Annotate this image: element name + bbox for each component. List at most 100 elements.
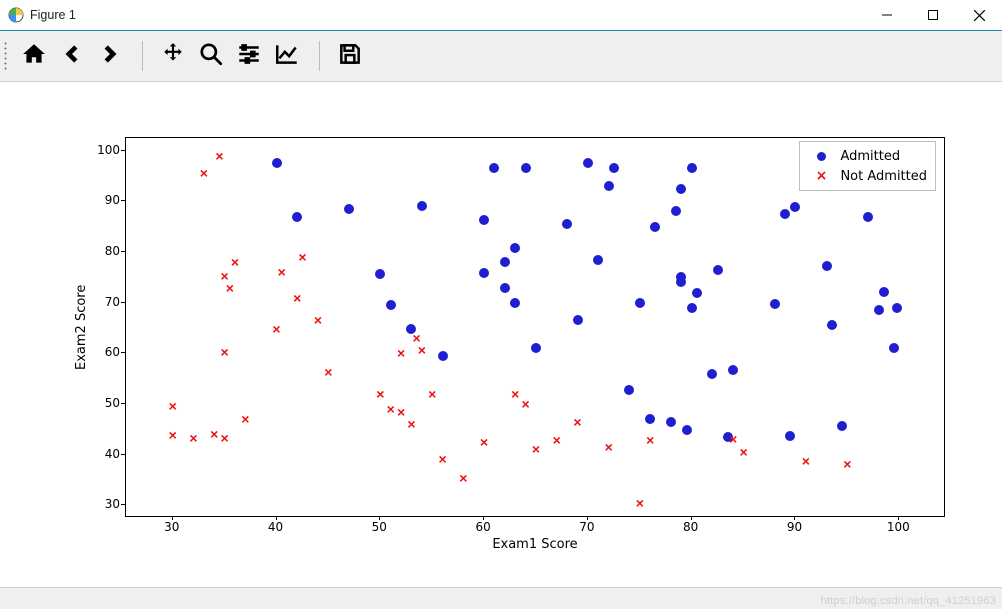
point-not-admitted <box>374 388 386 400</box>
point-admitted <box>889 343 899 353</box>
point-not-admitted <box>520 398 532 410</box>
point-admitted <box>666 417 676 427</box>
point-admitted <box>707 369 717 379</box>
forward-button[interactable] <box>92 38 128 74</box>
x-tick-label: 60 <box>475 520 490 534</box>
point-not-admitted <box>224 282 236 294</box>
point-not-admitted <box>198 167 210 179</box>
zoom-button[interactable] <box>193 38 229 74</box>
legend-marker-cross: × <box>808 168 834 184</box>
point-admitted <box>785 431 795 441</box>
point-admitted <box>479 268 489 278</box>
save-icon <box>337 41 363 72</box>
point-not-admitted <box>644 434 656 446</box>
close-button[interactable] <box>956 0 1002 30</box>
point-not-admitted <box>416 344 428 356</box>
point-admitted <box>521 163 531 173</box>
point-not-admitted <box>296 251 308 263</box>
point-admitted <box>682 425 692 435</box>
point-admitted <box>500 283 510 293</box>
toolbar-separator <box>319 41 320 71</box>
figure-canvas[interactable]: 3040506070809010030405060708090100 Exam1… <box>0 82 1002 587</box>
point-admitted <box>728 365 738 375</box>
y-tick-label: 80 <box>90 244 120 258</box>
point-admitted <box>500 257 510 267</box>
point-not-admitted <box>167 429 179 441</box>
back-button[interactable] <box>54 38 90 74</box>
point-admitted <box>676 277 686 287</box>
point-not-admitted <box>603 441 615 453</box>
pan-icon <box>160 41 186 72</box>
point-admitted <box>837 421 847 431</box>
maximize-button[interactable] <box>910 0 956 30</box>
window-title: Figure 1 <box>30 8 76 22</box>
scatter-axes <box>125 137 945 517</box>
point-admitted <box>713 265 723 275</box>
point-not-admitted <box>530 443 542 455</box>
home-button[interactable] <box>16 38 52 74</box>
window-titlebar: Figure 1 <box>0 0 1002 31</box>
x-tick-label: 50 <box>372 520 387 534</box>
point-admitted <box>386 300 396 310</box>
forward-icon <box>97 41 123 72</box>
toolbar-separator <box>142 41 143 71</box>
y-tick-label: 40 <box>90 447 120 461</box>
point-admitted <box>292 212 302 222</box>
point-admitted <box>489 163 499 173</box>
point-admitted <box>879 287 889 297</box>
point-admitted <box>438 351 448 361</box>
legend-entry-not-admitted: × Not Admitted <box>808 166 927 186</box>
point-not-admitted <box>395 347 407 359</box>
point-admitted <box>645 414 655 424</box>
edit-icon <box>274 41 300 72</box>
x-tick-label: 30 <box>164 520 179 534</box>
point-not-admitted <box>478 436 490 448</box>
point-admitted <box>676 184 686 194</box>
point-admitted <box>573 315 583 325</box>
y-tick-label: 100 <box>90 143 120 157</box>
point-admitted <box>562 219 572 229</box>
point-admitted <box>479 215 489 225</box>
configure-subplots-button[interactable] <box>231 38 267 74</box>
point-admitted <box>344 204 354 214</box>
point-not-admitted <box>738 446 750 458</box>
status-bar <box>0 587 1002 609</box>
point-not-admitted <box>395 406 407 418</box>
edit-axis-button[interactable] <box>269 38 305 74</box>
point-not-admitted <box>322 366 334 378</box>
point-not-admitted <box>213 150 225 162</box>
point-admitted <box>531 343 541 353</box>
point-admitted <box>635 298 645 308</box>
window-controls <box>864 0 1002 30</box>
minimize-button[interactable] <box>864 0 910 30</box>
x-tick-label: 80 <box>683 520 698 534</box>
y-tick-label: 90 <box>90 193 120 207</box>
point-not-admitted <box>271 323 283 335</box>
point-not-admitted <box>841 458 853 470</box>
x-tick-label: 40 <box>268 520 283 534</box>
point-admitted <box>417 201 427 211</box>
x-tick-label: 90 <box>787 520 802 534</box>
point-not-admitted <box>800 455 812 467</box>
y-tick-label: 30 <box>90 497 120 511</box>
point-not-admitted <box>634 497 646 509</box>
point-not-admitted <box>405 418 417 430</box>
point-admitted <box>687 163 697 173</box>
point-admitted <box>272 158 282 168</box>
point-not-admitted <box>291 292 303 304</box>
point-not-admitted <box>727 433 739 445</box>
save-button[interactable] <box>332 38 368 74</box>
point-not-admitted <box>551 434 563 446</box>
point-admitted <box>687 303 697 313</box>
pan-button[interactable] <box>155 38 191 74</box>
figure-toolbar <box>0 31 1002 82</box>
x-tick-label: 100 <box>887 520 910 534</box>
point-not-admitted <box>239 413 251 425</box>
zoom-icon <box>198 41 224 72</box>
point-not-admitted <box>219 346 231 358</box>
point-not-admitted <box>312 314 324 326</box>
y-tick-label: 50 <box>90 396 120 410</box>
point-admitted <box>650 222 660 232</box>
point-admitted <box>609 163 619 173</box>
point-admitted <box>624 385 634 395</box>
